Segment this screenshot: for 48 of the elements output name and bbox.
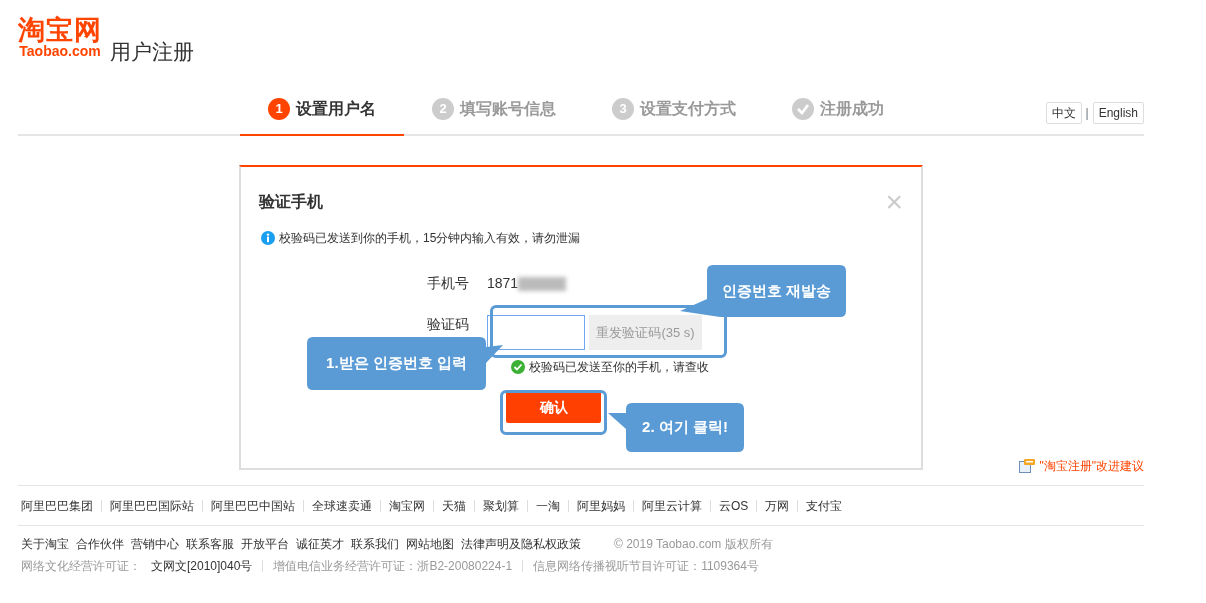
- footer-link[interactable]: 阿里巴巴中国站: [202, 499, 303, 512]
- code-input[interactable]: [487, 315, 585, 350]
- license-text: 增值电信业务经营许可证：浙B2-20080224-1: [262, 560, 523, 572]
- check-icon: [792, 97, 814, 120]
- dialog-title: 验证手机: [259, 192, 323, 212]
- footer-link[interactable]: 天猫: [433, 499, 474, 512]
- footer-link[interactable]: 阿里妈妈: [568, 499, 633, 512]
- footer-link[interactable]: 阿里巴巴国际站: [101, 499, 202, 512]
- note-icon: [1019, 459, 1036, 473]
- redaction-mark: [518, 276, 567, 291]
- callout: 1.받은 인증번호 입력: [307, 337, 503, 390]
- info-icon: [261, 231, 275, 245]
- footer-link[interactable]: 联系我们: [351, 535, 399, 553]
- footer-link[interactable]: 淘宝网: [380, 499, 433, 512]
- footer-link[interactable]: 云OS: [710, 499, 757, 512]
- language-button[interactable]: 中文: [1045, 101, 1082, 124]
- info-message: 校验码已发送到你的手机，15分钟内输入有效，请勿泄漏: [279, 230, 581, 247]
- footer-link[interactable]: 营销中心: [131, 535, 179, 553]
- footer-link[interactable]: 阿里巴巴集团: [21, 499, 101, 512]
- footer-link[interactable]: 联系客服: [186, 535, 234, 553]
- footer-link[interactable]: 关于淘宝: [21, 535, 69, 553]
- footer-link[interactable]: 聚划算: [474, 499, 527, 512]
- footer-link[interactable]: 全球速卖通: [303, 499, 380, 512]
- field-label: 验证码: [427, 316, 469, 332]
- page-title: 用户注册: [110, 39, 194, 65]
- step-tab[interactable]: 1 设置用户名: [240, 83, 404, 136]
- footer-link[interactable]: 万网: [756, 499, 798, 512]
- footer-link[interactable]: 阿里云计算: [633, 499, 710, 512]
- confirm-button[interactable]: 确认: [506, 391, 601, 423]
- footer-link[interactable]: 法律声明及隐私权政策: [461, 535, 581, 553]
- language-separator: |: [1085, 104, 1089, 122]
- license-text: 信息网络传播视听节目许可证：1109364号: [522, 560, 769, 572]
- success-message: 校验码已发送至你的手机，请查收: [529, 359, 709, 376]
- footer-link[interactable]: 支付宝: [797, 499, 851, 512]
- footer-link[interactable]: 一淘: [527, 499, 568, 512]
- check-icon: [511, 360, 525, 374]
- footer-link[interactable]: 开放平台: [241, 535, 289, 553]
- footer-link[interactable]: 诚征英才: [296, 535, 344, 553]
- copyright: © 2019 Taobao.com 版权所有: [614, 536, 773, 553]
- feedback-link[interactable]: "淘宝注册"改进建议: [1019, 457, 1144, 475]
- callout: 2. 여기 클릭!: [608, 403, 744, 452]
- language-button[interactable]: English: [1092, 101, 1144, 124]
- footer-link[interactable]: 网站地图: [406, 535, 454, 553]
- callout: 인증번호 재발송: [680, 265, 846, 317]
- footer-link[interactable]: 合作伙伴: [76, 535, 124, 553]
- phone-number: 1871: [487, 274, 519, 293]
- license-text: 网络文化经营许可证： 文网文[2010]040号: [21, 560, 254, 572]
- field-label: 手机号: [427, 275, 469, 291]
